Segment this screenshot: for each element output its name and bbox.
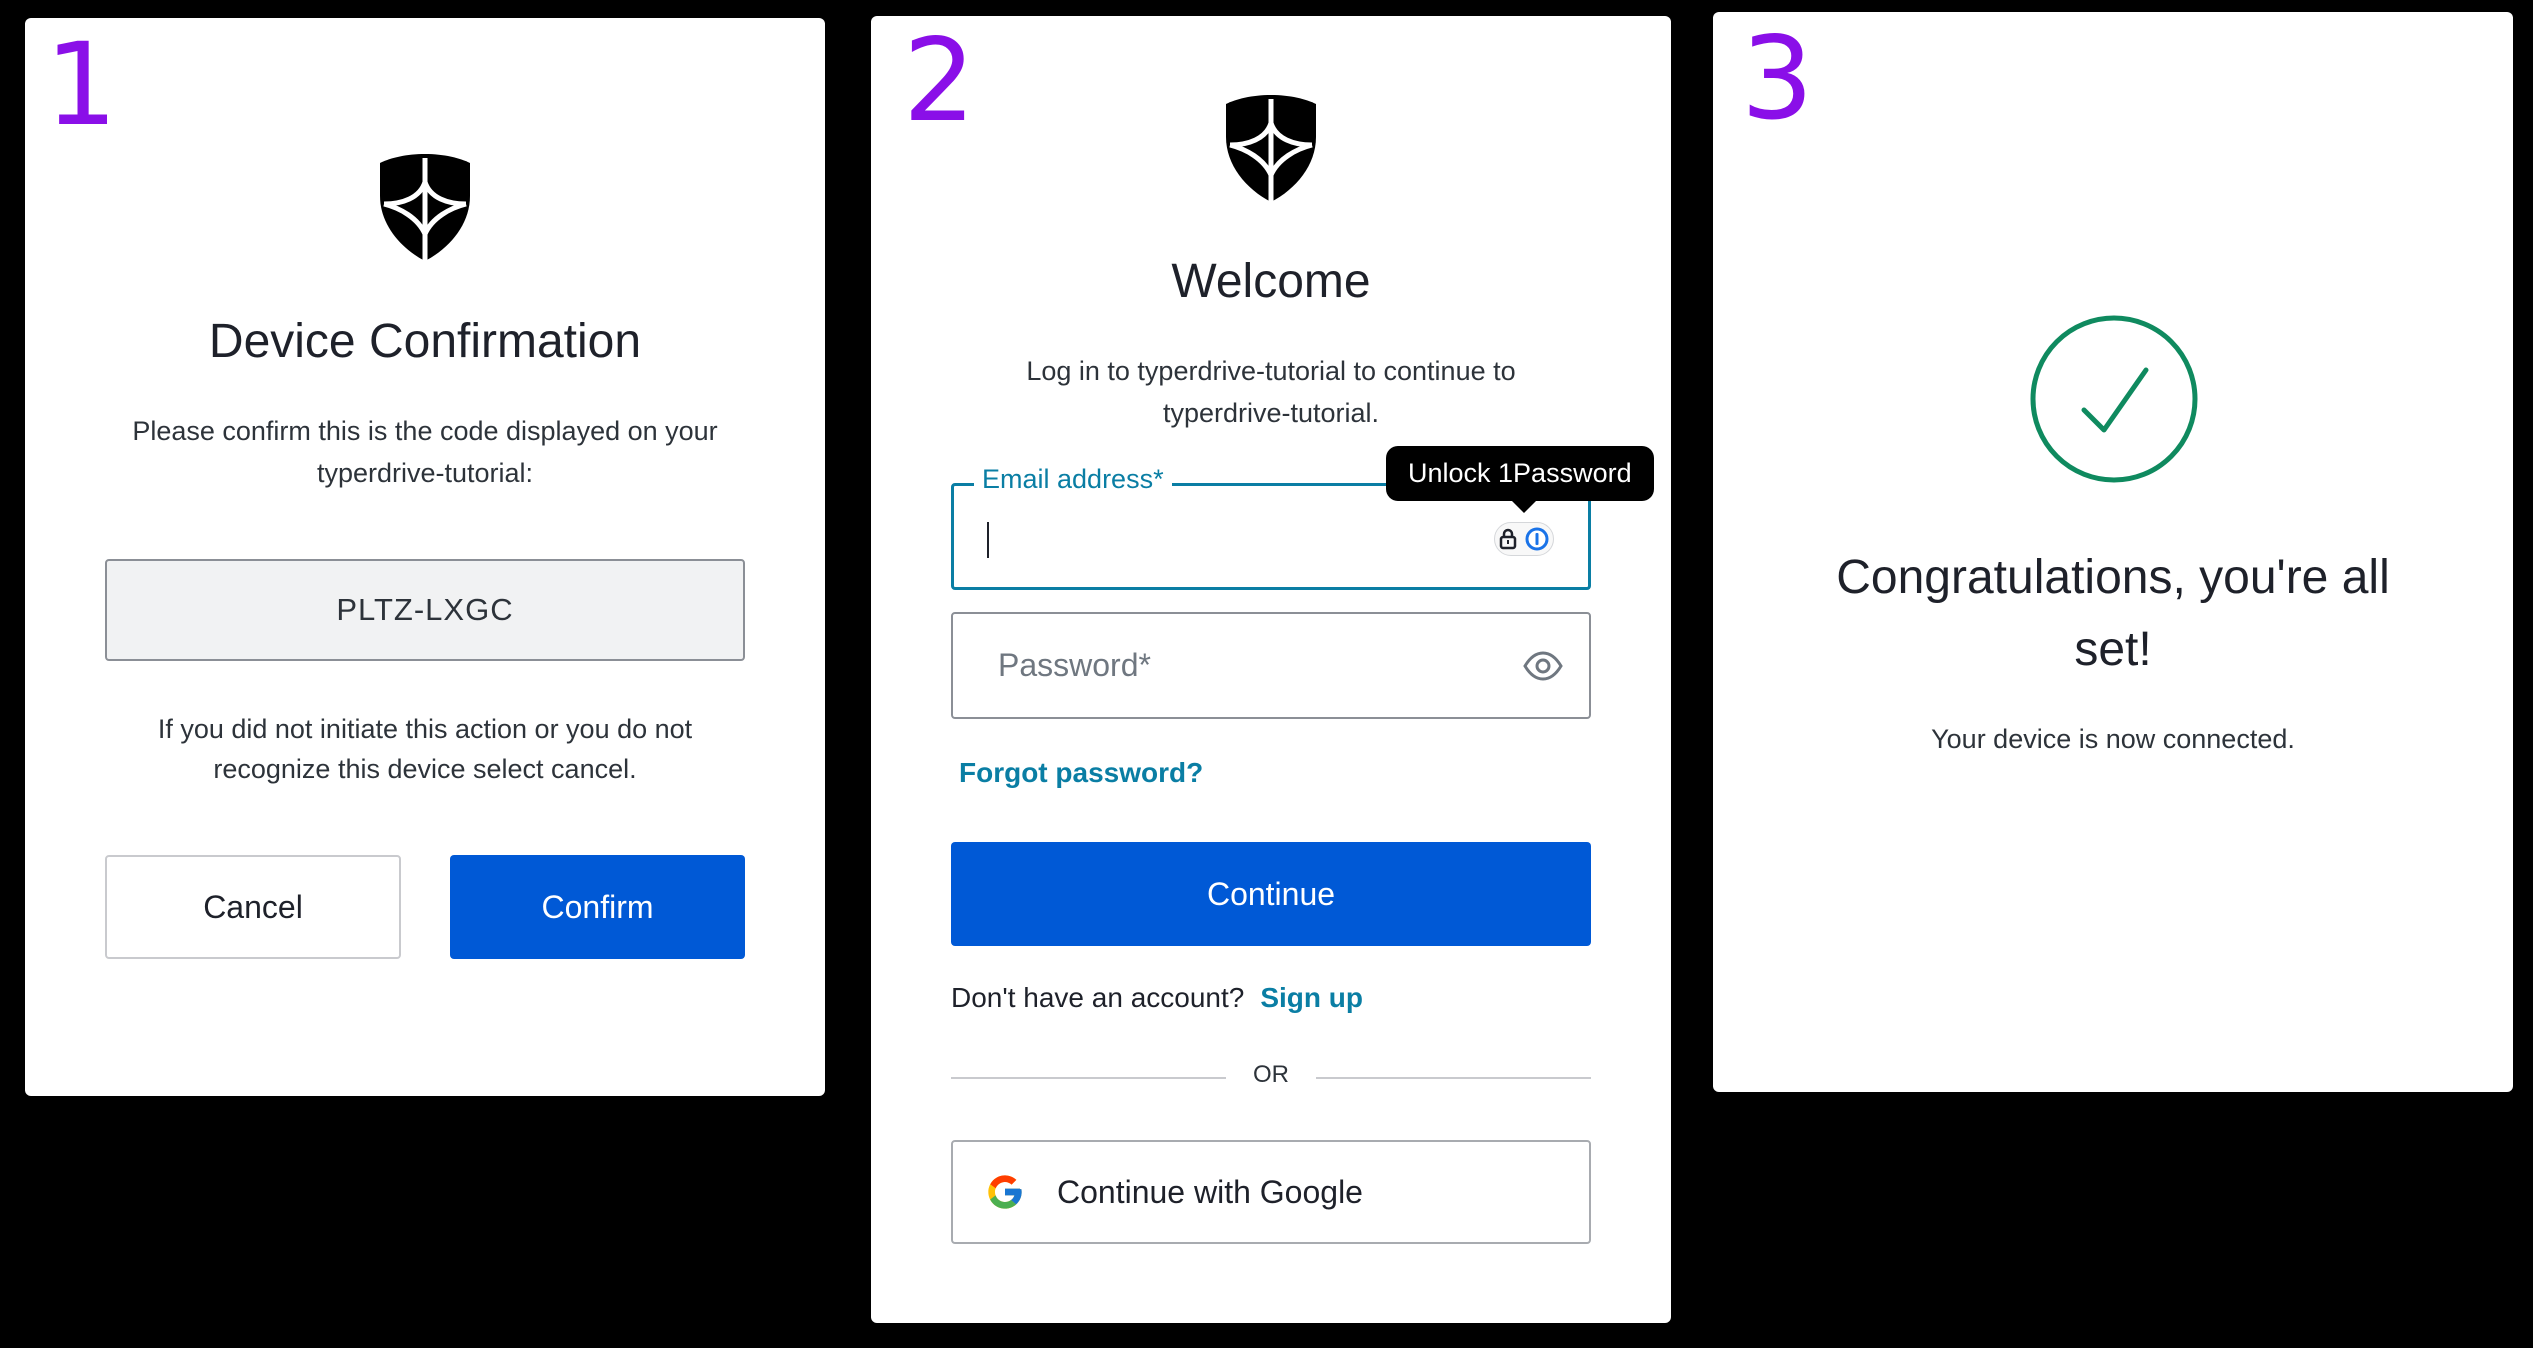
instruction-line: Please confirm this is the code displaye… <box>132 416 718 446</box>
text-caret <box>987 522 989 558</box>
page-title: Welcome <box>1171 255 1371 308</box>
shield-logo-icon <box>380 154 470 261</box>
divider-right <box>1316 1077 1591 1079</box>
continue-button[interactable]: Continue <box>951 842 1591 946</box>
success-panel: 3 Congratulations, you're all set! Your … <box>1713 12 2513 1092</box>
google-icon <box>988 1175 1022 1209</box>
confirmation-code: PLTZ-LXGC <box>105 559 745 661</box>
no-account-text: Don't have an account? <box>951 982 1245 1013</box>
google-button-label: Continue with Google <box>1057 1173 1363 1210</box>
subtitle-line: typerdrive-tutorial. <box>1162 398 1380 428</box>
onepassword-icon <box>1525 527 1549 551</box>
success-title-line: Congratulations, you're all <box>1836 551 2390 604</box>
success-message: Your device is now connected. <box>1931 724 2295 754</box>
device-confirmation-panel: 1 Device Confirmation Please confirm thi… <box>25 18 825 1096</box>
subtitle-text: Log in to typerdrive-tutorial to continu… <box>871 350 1671 434</box>
onepassword-tooltip: Unlock 1Password <box>1386 446 1654 513</box>
instruction-line: typerdrive-tutorial: <box>316 458 534 488</box>
success-title: Congratulations, you're all set! <box>1713 542 2513 686</box>
signup-link[interactable]: Sign up <box>1260 982 1363 1014</box>
password-placeholder: Password* <box>998 647 1151 683</box>
login-panel: 2 Welcome Log in to typerdrive-tutorial … <box>871 16 1671 1323</box>
warning-text: If you did not initiate this action or y… <box>25 709 825 789</box>
warning-line: If you did not initiate this action or y… <box>157 714 693 744</box>
step-number-3: 3 <box>1741 12 1814 145</box>
subtitle-line: Log in to typerdrive-tutorial to continu… <box>1026 356 1516 386</box>
lock-icon <box>1499 528 1517 550</box>
instruction-text: Please confirm this is the code displaye… <box>25 410 825 494</box>
google-login-button[interactable]: Continue with Google <box>951 1140 1591 1244</box>
email-label: Email address* <box>974 464 1172 495</box>
password-field[interactable]: Password* <box>951 612 1591 719</box>
confirm-button[interactable]: Confirm <box>450 855 745 959</box>
check-circle-icon <box>2030 315 2198 483</box>
signup-prompt: Don't have an account? Sign up <box>951 982 1363 1014</box>
step-number-1: 1 <box>45 18 118 151</box>
forgot-password-link[interactable]: Forgot password? <box>959 757 1203 789</box>
page-title: Device Confirmation <box>208 315 642 368</box>
cancel-button[interactable]: Cancel <box>105 855 401 959</box>
or-separator: OR <box>1253 1061 1289 1088</box>
password-manager-button[interactable] <box>1494 522 1554 556</box>
eye-icon[interactable] <box>1523 650 1563 682</box>
step-number-2: 2 <box>903 14 976 147</box>
warning-line: recognize this device select cancel. <box>213 754 637 784</box>
shield-logo-icon <box>1226 95 1316 202</box>
success-title-line: set! <box>2074 623 2152 676</box>
